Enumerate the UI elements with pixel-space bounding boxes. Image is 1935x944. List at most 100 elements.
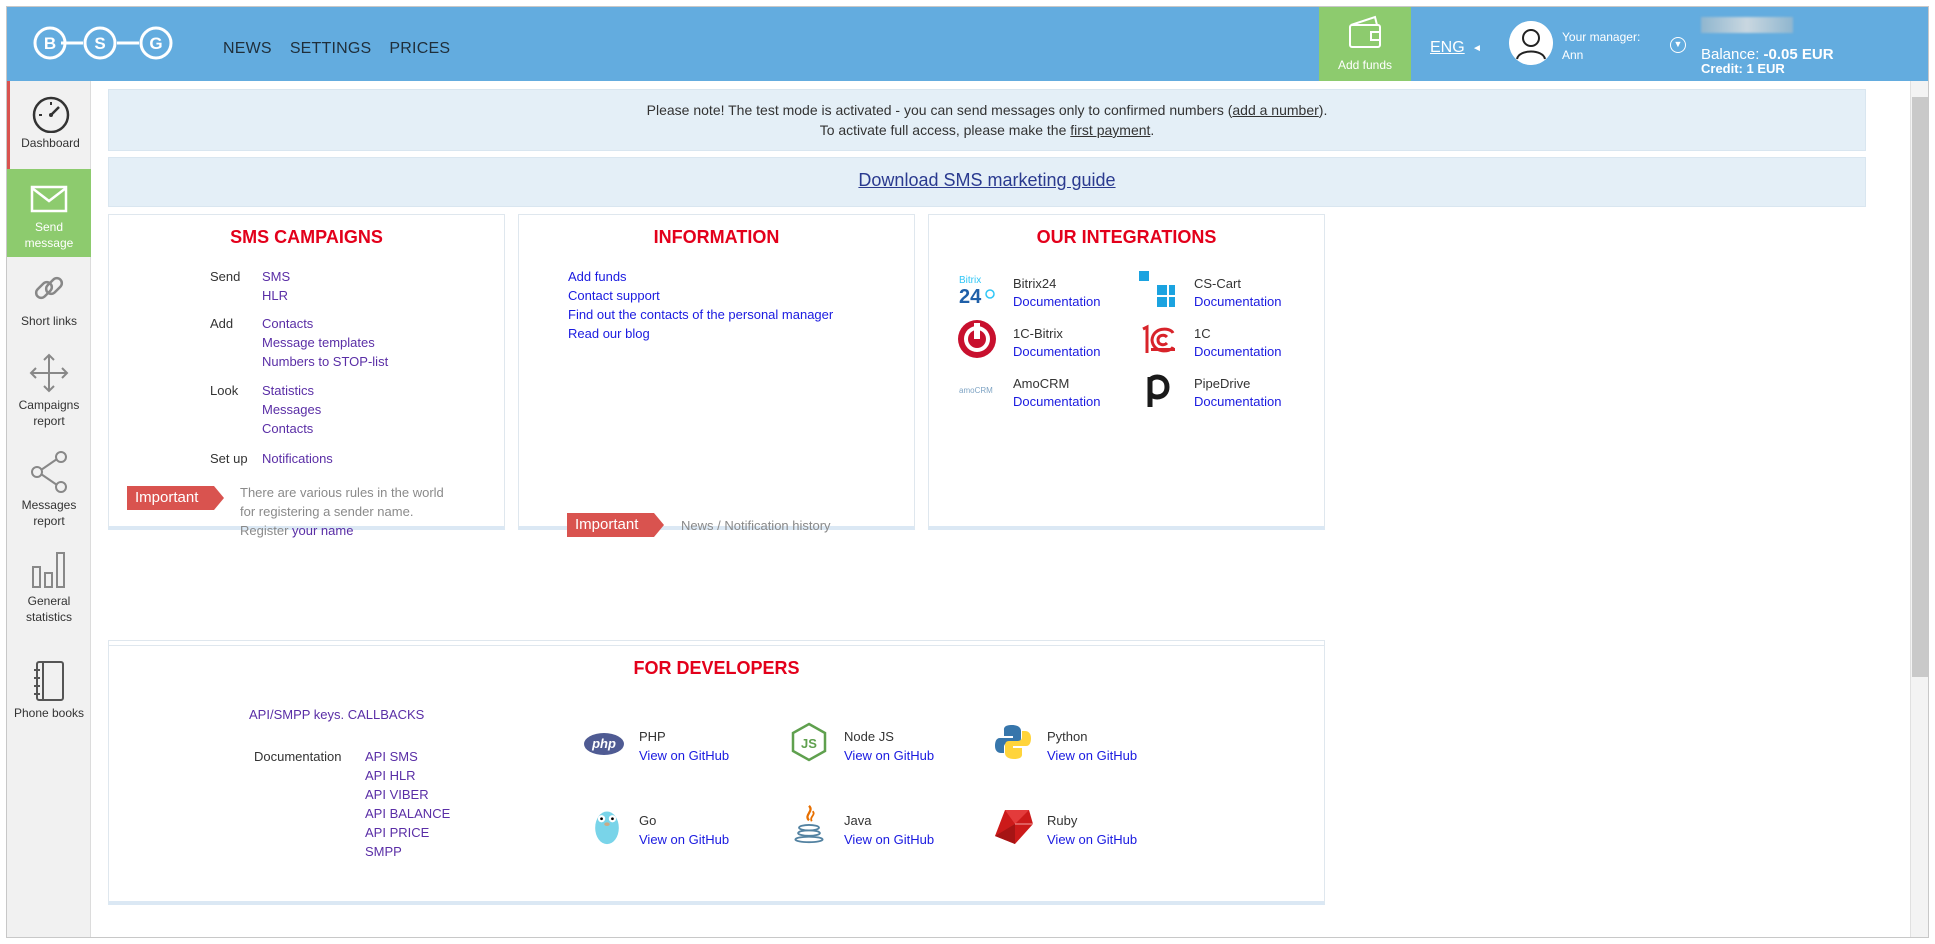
link-api-hlr[interactable]: API HLR — [365, 766, 450, 785]
link-api-viber[interactable]: API VIBER — [365, 785, 450, 804]
sidebar-label: Campaigns report — [18, 398, 80, 428]
api-keys-link[interactable]: API/SMPP keys. CALLBACKS — [249, 705, 424, 724]
link-hlr[interactable]: HLR — [262, 286, 290, 305]
github-link[interactable]: View on GitHub — [639, 746, 729, 765]
developers-card-body: FOR DEVELOPERS API/SMPP keys. CALLBACKS … — [108, 645, 1325, 905]
download-guide-link[interactable]: Download SMS marketing guide — [858, 170, 1115, 190]
link-personal-manager[interactable]: Find out the contacts of the personal ma… — [568, 305, 833, 324]
dev-name: Ruby — [1047, 813, 1078, 828]
send-links: SMS HLR — [262, 267, 290, 305]
nav-news[interactable]: NEWS — [223, 40, 272, 58]
setup-links: Notifications — [262, 449, 333, 468]
link-sms[interactable]: SMS — [262, 267, 290, 286]
group-label: Add — [210, 316, 234, 331]
dev-java: Java View on GitHub — [844, 811, 934, 849]
github-link[interactable]: View on GitHub — [1047, 746, 1137, 765]
link-api-sms[interactable]: API SMS — [365, 747, 450, 766]
link-api-balance[interactable]: API BALANCE — [365, 804, 450, 823]
top-header: B S G NEWS SETTINGS PRICES Add funds ENG… — [7, 7, 1928, 81]
main-nav: NEWS SETTINGS PRICES — [223, 40, 450, 58]
nav-prices[interactable]: PRICES — [389, 40, 450, 58]
chevron-down-icon[interactable]: ▼ — [1670, 37, 1686, 53]
sidebar-item-send-message[interactable]: Send message — [7, 169, 91, 257]
dev-nodejs: Node JS View on GitHub — [844, 727, 934, 765]
card-title: SMS CAMPAIGNS — [230, 227, 383, 247]
github-link[interactable]: View on GitHub — [844, 830, 934, 849]
guide-banner: Download SMS marketing guide — [108, 157, 1866, 207]
rules-line: Register your name — [240, 521, 490, 540]
dev-name: Go — [639, 813, 657, 828]
add-funds-label: Add funds — [1337, 58, 1393, 72]
sidebar-label: Messages report — [21, 498, 77, 528]
link-look-contacts[interactable]: Contacts — [262, 419, 321, 438]
information-card: INFORMATION Add funds Contact support Fi… — [518, 214, 915, 537]
credit: Credit: 1 EUR — [1701, 61, 1785, 76]
caret-left-icon[interactable]: ◄ — [1472, 43, 1482, 54]
avatar[interactable] — [1509, 21, 1553, 65]
first-payment-link[interactable]: first payment — [1070, 122, 1150, 138]
register-name-link[interactable]: your name — [292, 523, 353, 538]
link-smpp[interactable]: SMPP — [365, 842, 450, 861]
1c-logo-icon — [1142, 324, 1175, 353]
link-api-price[interactable]: API PRICE — [365, 823, 450, 842]
link-contacts[interactable]: Contacts — [262, 314, 388, 333]
link-notifications[interactable]: Notifications — [262, 449, 333, 468]
bitrix24-logo-icon: Bitrix 24 — [959, 275, 995, 308]
sidebar-item-short-links[interactable]: Short links — [7, 267, 91, 347]
group-label: Set up — [210, 451, 248, 466]
go-gopher-logo-icon — [595, 811, 619, 845]
github-link[interactable]: View on GitHub — [1047, 830, 1137, 849]
manager-name: Ann — [1562, 48, 1584, 62]
group-label: Look — [210, 383, 239, 398]
link-messages[interactable]: Messages — [262, 400, 321, 419]
add-number-link[interactable]: add a number — [1232, 102, 1318, 118]
account-id-redacted — [1701, 17, 1793, 33]
link-statistics[interactable]: Statistics — [262, 381, 321, 400]
integration-doc-link[interactable]: Documentation — [1194, 343, 1281, 361]
link-icon — [34, 276, 64, 300]
integration-pipedrive: PipeDrive Documentation — [1194, 375, 1281, 411]
notice-line-1: Please note! The test mode is activated … — [109, 100, 1865, 120]
link-contact-support[interactable]: Contact support — [568, 286, 833, 305]
integration-doc-link[interactable]: Documentation — [1013, 393, 1100, 411]
github-link[interactable]: View on GitHub — [639, 830, 729, 849]
github-link[interactable]: View on GitHub — [844, 746, 934, 765]
link-stop-list[interactable]: Numbers to STOP-list — [262, 352, 388, 371]
add-row: Add — [210, 314, 233, 333]
dev-name: Java — [844, 813, 872, 828]
sidebar-item-messages-report[interactable]: Messages report — [7, 449, 91, 539]
sidebar-item-general-statistics[interactable]: General statistics — [7, 547, 91, 637]
sidebar-item-campaigns-report[interactable]: Campaigns report — [7, 351, 91, 441]
sidebar-item-dashboard[interactable]: Dashboard — [7, 81, 91, 169]
integration-doc-link[interactable]: Documentation — [1194, 393, 1281, 411]
integration-doc-link[interactable]: Documentation — [1013, 293, 1100, 311]
notebook-icon — [34, 661, 64, 701]
integration-amocrm: AmoCRM Documentation — [1013, 375, 1100, 411]
integration-doc-link[interactable]: Documentation — [1194, 293, 1281, 311]
nav-settings[interactable]: SETTINGS — [290, 40, 372, 58]
dev-go: Go View on GitHub — [639, 811, 729, 849]
sender-rules-text: There are various rules in the world for… — [240, 483, 490, 540]
sidebar-item-phone-books[interactable]: Phone books — [7, 659, 91, 729]
bitrix-logo-num: 24 — [959, 286, 982, 308]
amocrm-logo-icon: amoCRM — [959, 386, 993, 395]
logo-letter-g: G — [149, 34, 162, 53]
integration-name: 1C-Bitrix — [1013, 326, 1063, 341]
api-keys-row: API/SMPP keys. CALLBACKS — [249, 705, 424, 724]
language-selector[interactable]: ENG — [1430, 39, 1465, 57]
rules-text: Register — [240, 523, 293, 538]
link-add-funds[interactable]: Add funds — [568, 267, 833, 286]
integration-1c-bitrix: 1C-Bitrix Documentation — [1013, 325, 1100, 361]
bsg-logo[interactable]: B S G — [31, 21, 201, 65]
group-label: Send — [210, 269, 241, 284]
integration-doc-link[interactable]: Documentation — [1013, 343, 1100, 361]
wallet-icon — [1349, 15, 1381, 48]
notification-history-link[interactable]: News / Notification history — [681, 516, 831, 535]
scrollbar-thumb[interactable] — [1912, 97, 1928, 677]
add-funds-button[interactable]: Add funds — [1319, 7, 1411, 81]
sidebar-label: Dashboard — [21, 136, 80, 150]
amo-logo-text: amoCRM — [959, 386, 993, 395]
link-blog[interactable]: Read our blog — [568, 324, 833, 343]
notice-text: Please note! The test mode is activated … — [646, 102, 1233, 118]
link-message-templates[interactable]: Message templates — [262, 333, 388, 352]
